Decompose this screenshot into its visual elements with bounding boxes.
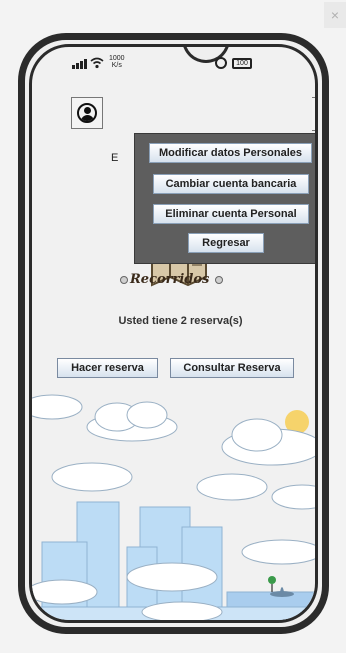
logo-dot-left bbox=[120, 276, 128, 284]
logo-text: Recorridos bbox=[130, 272, 210, 287]
status-bar-left: 1000 K/s bbox=[72, 55, 125, 69]
account-options-popup: Modificar datos Personales Cambiar cuent… bbox=[134, 133, 315, 264]
make-reservation-button[interactable]: Hacer reserva bbox=[57, 358, 158, 378]
user-menu-button[interactable] bbox=[71, 97, 103, 129]
modify-personal-data-button[interactable]: Modificar datos Personales bbox=[149, 143, 312, 163]
status-bar-right: 100 bbox=[215, 57, 252, 69]
delete-personal-account-button[interactable]: Eliminar cuenta Personal bbox=[153, 204, 309, 224]
battery-icon: 100 bbox=[232, 57, 252, 69]
logo-dot-right bbox=[215, 276, 223, 284]
window-title-bar: × bbox=[0, 0, 346, 30]
reservation-count-text: Usted tiene 2 reserva(s) bbox=[118, 315, 243, 327]
phone-frame: 1000 K/s 100 E Recorridos Usted tiene 2 … bbox=[18, 33, 329, 634]
alarm-icon bbox=[215, 57, 227, 69]
wifi-icon bbox=[90, 57, 104, 69]
partial-label: E bbox=[111, 152, 119, 164]
phone-screen: 1000 K/s 100 E Recorridos Usted tiene 2 … bbox=[29, 44, 318, 623]
close-icon: × bbox=[330, 7, 340, 23]
close-button[interactable]: × bbox=[324, 2, 346, 28]
network-speed: 1000 K/s bbox=[109, 55, 125, 69]
signal-icon bbox=[72, 59, 87, 69]
back-button[interactable]: Regresar bbox=[188, 233, 264, 253]
change-bank-account-button[interactable]: Cambiar cuenta bancaria bbox=[153, 174, 309, 194]
check-reservation-button[interactable]: Consultar Reserva bbox=[170, 358, 294, 378]
header-field bbox=[312, 97, 315, 131]
user-icon bbox=[77, 103, 97, 123]
city-background-illustration bbox=[32, 394, 315, 620]
